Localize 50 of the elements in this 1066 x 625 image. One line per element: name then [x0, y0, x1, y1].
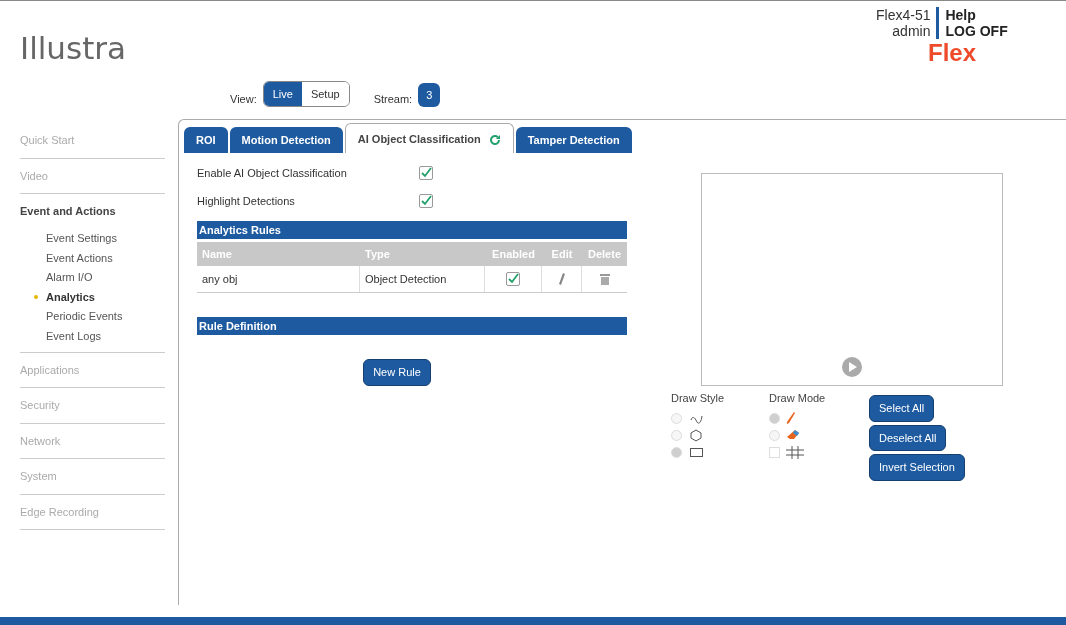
sidebar-subitem[interactable]: Alarm I/O	[46, 269, 93, 286]
sidebar-subitem[interactable]: Periodic Events	[46, 308, 123, 325]
tab[interactable]: AI Object Classification	[344, 123, 514, 153]
refresh-icon	[488, 133, 501, 146]
trash-icon[interactable]	[599, 273, 610, 285]
hexagon-icon	[690, 428, 702, 442]
logo: Illustra	[20, 30, 127, 66]
pencil-icon	[786, 411, 796, 425]
table-cell: any obj	[197, 266, 360, 292]
radio-button[interactable]	[671, 412, 682, 424]
option-label: Enable AI Object Classification	[197, 165, 348, 181]
draw-style-label: Draw Style	[671, 391, 726, 406]
play-icon[interactable]	[842, 357, 862, 377]
radio-button[interactable]	[769, 412, 780, 424]
header-link[interactable]: LOG OFF	[945, 23, 1008, 39]
tab[interactable]: Motion Detection	[229, 127, 343, 153]
grid-icon	[786, 445, 804, 459]
view-label: View:	[230, 91, 257, 107]
radio-button[interactable]	[769, 429, 780, 441]
table-cell: Object Detection	[360, 266, 485, 292]
radio-button[interactable]	[671, 429, 682, 441]
eraser-icon	[786, 429, 800, 441]
sidebar-subitem[interactable]: Analytics	[46, 288, 95, 305]
sidebar-subitem[interactable]: Event Actions	[46, 249, 113, 266]
checkbox[interactable]	[419, 194, 433, 208]
view-toggle[interactable]: Live	[263, 81, 302, 106]
section-header: Analytics Rules	[197, 221, 627, 239]
section-header: Rule Definition	[197, 317, 627, 335]
tab[interactable]: Tamper Detection	[515, 127, 632, 153]
header-link[interactable]: Help	[945, 7, 976, 23]
new-rule-button[interactable]: New Rule	[363, 359, 431, 386]
pencil-icon[interactable]	[558, 273, 565, 285]
draw-mode-label: Draw Mode	[769, 391, 827, 406]
checkbox[interactable]	[419, 166, 433, 180]
stream-label: Stream:	[373, 91, 413, 107]
option-label: Highlight Detections	[197, 193, 296, 209]
sidebar-subitem[interactable]: Event Logs	[46, 327, 102, 344]
tab[interactable]: ROI	[184, 127, 228, 153]
user-name: admin	[892, 23, 931, 39]
brand-logo: Flex	[928, 39, 977, 67]
sidebar-subitem[interactable]: Event Settings	[46, 230, 117, 247]
stream-button[interactable]: 3	[418, 82, 441, 107]
radio-button[interactable]	[671, 446, 682, 458]
selection-button[interactable]: Deselect All	[869, 424, 947, 451]
checkbox[interactable]	[506, 272, 520, 286]
selection-button[interactable]: Select All	[869, 395, 935, 422]
rectangle-icon	[690, 447, 703, 457]
sidebar-item[interactable]: Event and Actions	[20, 194, 165, 229]
device-name: Flex4-51	[876, 7, 931, 23]
selection-button[interactable]: Invert Selection	[869, 454, 965, 481]
